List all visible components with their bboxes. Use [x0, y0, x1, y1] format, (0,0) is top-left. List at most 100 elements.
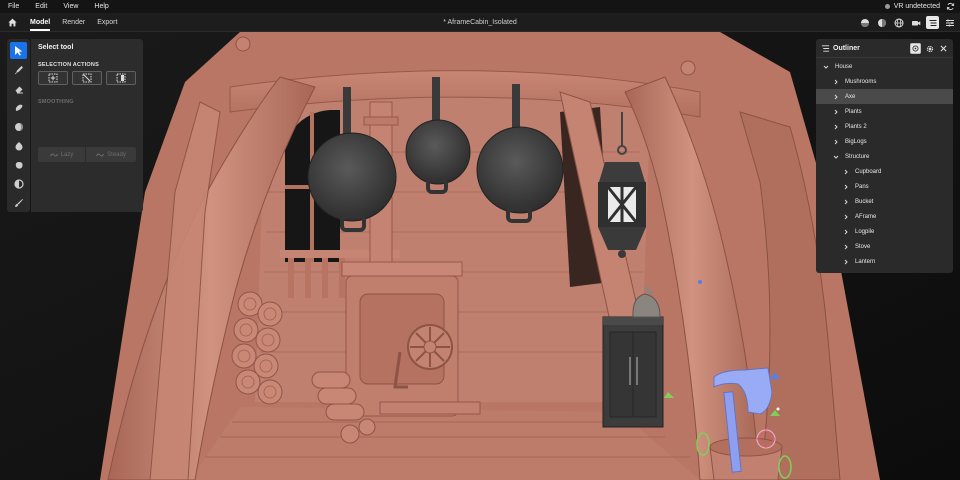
- menu-view[interactable]: View: [55, 3, 86, 10]
- half-circle-icon: [13, 178, 24, 189]
- blob-icon: [15, 161, 23, 169]
- chevron-right-icon[interactable]: [842, 243, 849, 250]
- sync-icon[interactable]: [946, 2, 955, 11]
- outliner-item-bucket[interactable]: Bucket: [816, 194, 953, 209]
- outliner-item-cupboard[interactable]: Cupboard: [816, 164, 953, 179]
- panel-title: Select tool: [38, 44, 74, 51]
- select-all-icon: [48, 73, 58, 83]
- draw-tool-button[interactable]: [10, 61, 27, 78]
- outliner-item-label: Lantern: [855, 258, 876, 265]
- workspace-tabs: Model Render Export: [24, 13, 123, 32]
- outliner-filter-button[interactable]: [910, 43, 921, 54]
- selection-actions-label: SELECTION ACTIONS: [38, 62, 99, 68]
- outliner-item-mushrooms[interactable]: Mushrooms: [816, 74, 953, 89]
- sphere-tool-button[interactable]: [10, 118, 27, 135]
- chevron-right-icon[interactable]: [832, 78, 839, 85]
- outliner-header: Outliner: [816, 39, 953, 58]
- document-title: * AframeCabin_Isolated: [443, 19, 517, 26]
- menu-help[interactable]: Help: [86, 3, 116, 10]
- outliner-item-axe[interactable]: Axe: [816, 89, 953, 104]
- chevron-right-icon[interactable]: [842, 168, 849, 175]
- filter-icon: [912, 45, 919, 52]
- outliner-item-plants-2[interactable]: Plants 2: [816, 119, 953, 134]
- outliner-settings-button[interactable]: [924, 43, 935, 54]
- paint-tool-button[interactable]: [10, 194, 27, 211]
- outliner-header-icons: [910, 43, 949, 54]
- outliner-item-lantern[interactable]: Lantern: [816, 254, 953, 269]
- eraser-icon: [15, 86, 23, 93]
- outliner-item-structure[interactable]: Structure: [816, 149, 953, 164]
- chevron-right-icon[interactable]: [842, 198, 849, 205]
- select-all-button[interactable]: [38, 71, 68, 85]
- smooth-brush-icon: [15, 104, 22, 111]
- outliner-panel: Outliner House Mushrooms Axe Plants Plants 2…: [816, 39, 953, 273]
- workspace-toolbar: Model Render Export * AframeCabin_Isolat…: [0, 13, 960, 32]
- erase-tool-button[interactable]: [10, 80, 27, 97]
- outliner-item-label: Mushrooms: [845, 78, 877, 85]
- tab-export[interactable]: Export: [91, 13, 123, 32]
- chevron-right-icon[interactable]: [842, 258, 849, 265]
- menu-edit[interactable]: Edit: [27, 3, 55, 10]
- vr-status-text: VR undetected: [893, 3, 940, 10]
- menu-bar: File Edit View Help VR undetected: [0, 0, 960, 13]
- outliner-item-aframe[interactable]: AFrame: [816, 209, 953, 224]
- select-arrow-icon: [15, 46, 23, 56]
- tool-strip: [7, 39, 30, 212]
- chevron-right-icon[interactable]: [842, 228, 849, 235]
- smoothing-steady-button[interactable]: Steady: [86, 147, 136, 162]
- move-tool-button[interactable]: [10, 156, 27, 173]
- tab-model[interactable]: Model: [24, 13, 56, 32]
- outliner-item-label: Stove: [855, 243, 871, 250]
- outliner-item-label: House: [835, 63, 853, 70]
- menu-file[interactable]: File: [0, 3, 27, 10]
- chevron-down-icon[interactable]: [832, 153, 839, 160]
- smoothing-lazy-button[interactable]: Lazy: [38, 147, 85, 162]
- outliner-item-biglogs[interactable]: BigLogs: [816, 134, 953, 149]
- chevron-right-icon[interactable]: [832, 93, 839, 100]
- outliner-item-label: Pans: [855, 183, 869, 190]
- select-tool-button[interactable]: [10, 42, 27, 59]
- chevron-right-icon[interactable]: [832, 138, 839, 145]
- header-right-icons: [858, 16, 956, 29]
- outliner-item-plants[interactable]: Plants: [816, 104, 953, 119]
- globe-icon[interactable]: [892, 16, 905, 29]
- outliner-close-button[interactable]: [938, 43, 949, 54]
- deselect-icon: [82, 73, 92, 83]
- chevron-right-icon[interactable]: [832, 123, 839, 130]
- chevron-right-icon[interactable]: [842, 183, 849, 190]
- list-icon: [821, 45, 830, 52]
- outliner-item-label: Axe: [845, 93, 856, 100]
- outliner-title: Outliner: [833, 45, 860, 52]
- outliner-item-logpile[interactable]: Logpile: [816, 224, 953, 239]
- smoothing-label: SMOOTHING: [38, 99, 74, 105]
- fill-tool-button[interactable]: [10, 137, 27, 154]
- camera-icon[interactable]: [909, 16, 922, 29]
- vr-status: VR undetected: [884, 0, 940, 13]
- home-icon[interactable]: [7, 17, 18, 28]
- deselect-button[interactable]: [72, 71, 102, 85]
- layer-tool-button[interactable]: [10, 175, 27, 192]
- light-icon[interactable]: [875, 16, 888, 29]
- tab-render[interactable]: Render: [56, 13, 91, 32]
- smooth-tool-button[interactable]: [10, 99, 27, 116]
- sphere-icon: [14, 122, 23, 131]
- invert-selection-button[interactable]: [106, 71, 136, 85]
- gear-icon: [926, 45, 933, 52]
- outliner-item-pans[interactable]: Pans: [816, 179, 953, 194]
- invert-selection-icon: [116, 73, 126, 83]
- material-icon[interactable]: [858, 16, 871, 29]
- properties-icon[interactable]: [943, 16, 956, 29]
- chevron-right-icon[interactable]: [832, 108, 839, 115]
- close-icon: [940, 45, 947, 52]
- outliner-item-label: AFrame: [855, 213, 877, 220]
- chevron-right-icon[interactable]: [842, 213, 849, 220]
- smoothing-steady-label: Steady: [107, 151, 126, 158]
- chevron-down-icon[interactable]: [822, 63, 829, 70]
- outliner-item-label: Cupboard: [855, 168, 882, 175]
- outliner-toggle-icon[interactable]: [926, 16, 939, 29]
- pen-icon: [14, 65, 23, 74]
- outliner-item-house[interactable]: House: [816, 59, 953, 74]
- vr-status-dot: [884, 4, 890, 9]
- outliner-item-label: Logpile: [855, 228, 875, 235]
- outliner-item-stove[interactable]: Stove: [816, 239, 953, 254]
